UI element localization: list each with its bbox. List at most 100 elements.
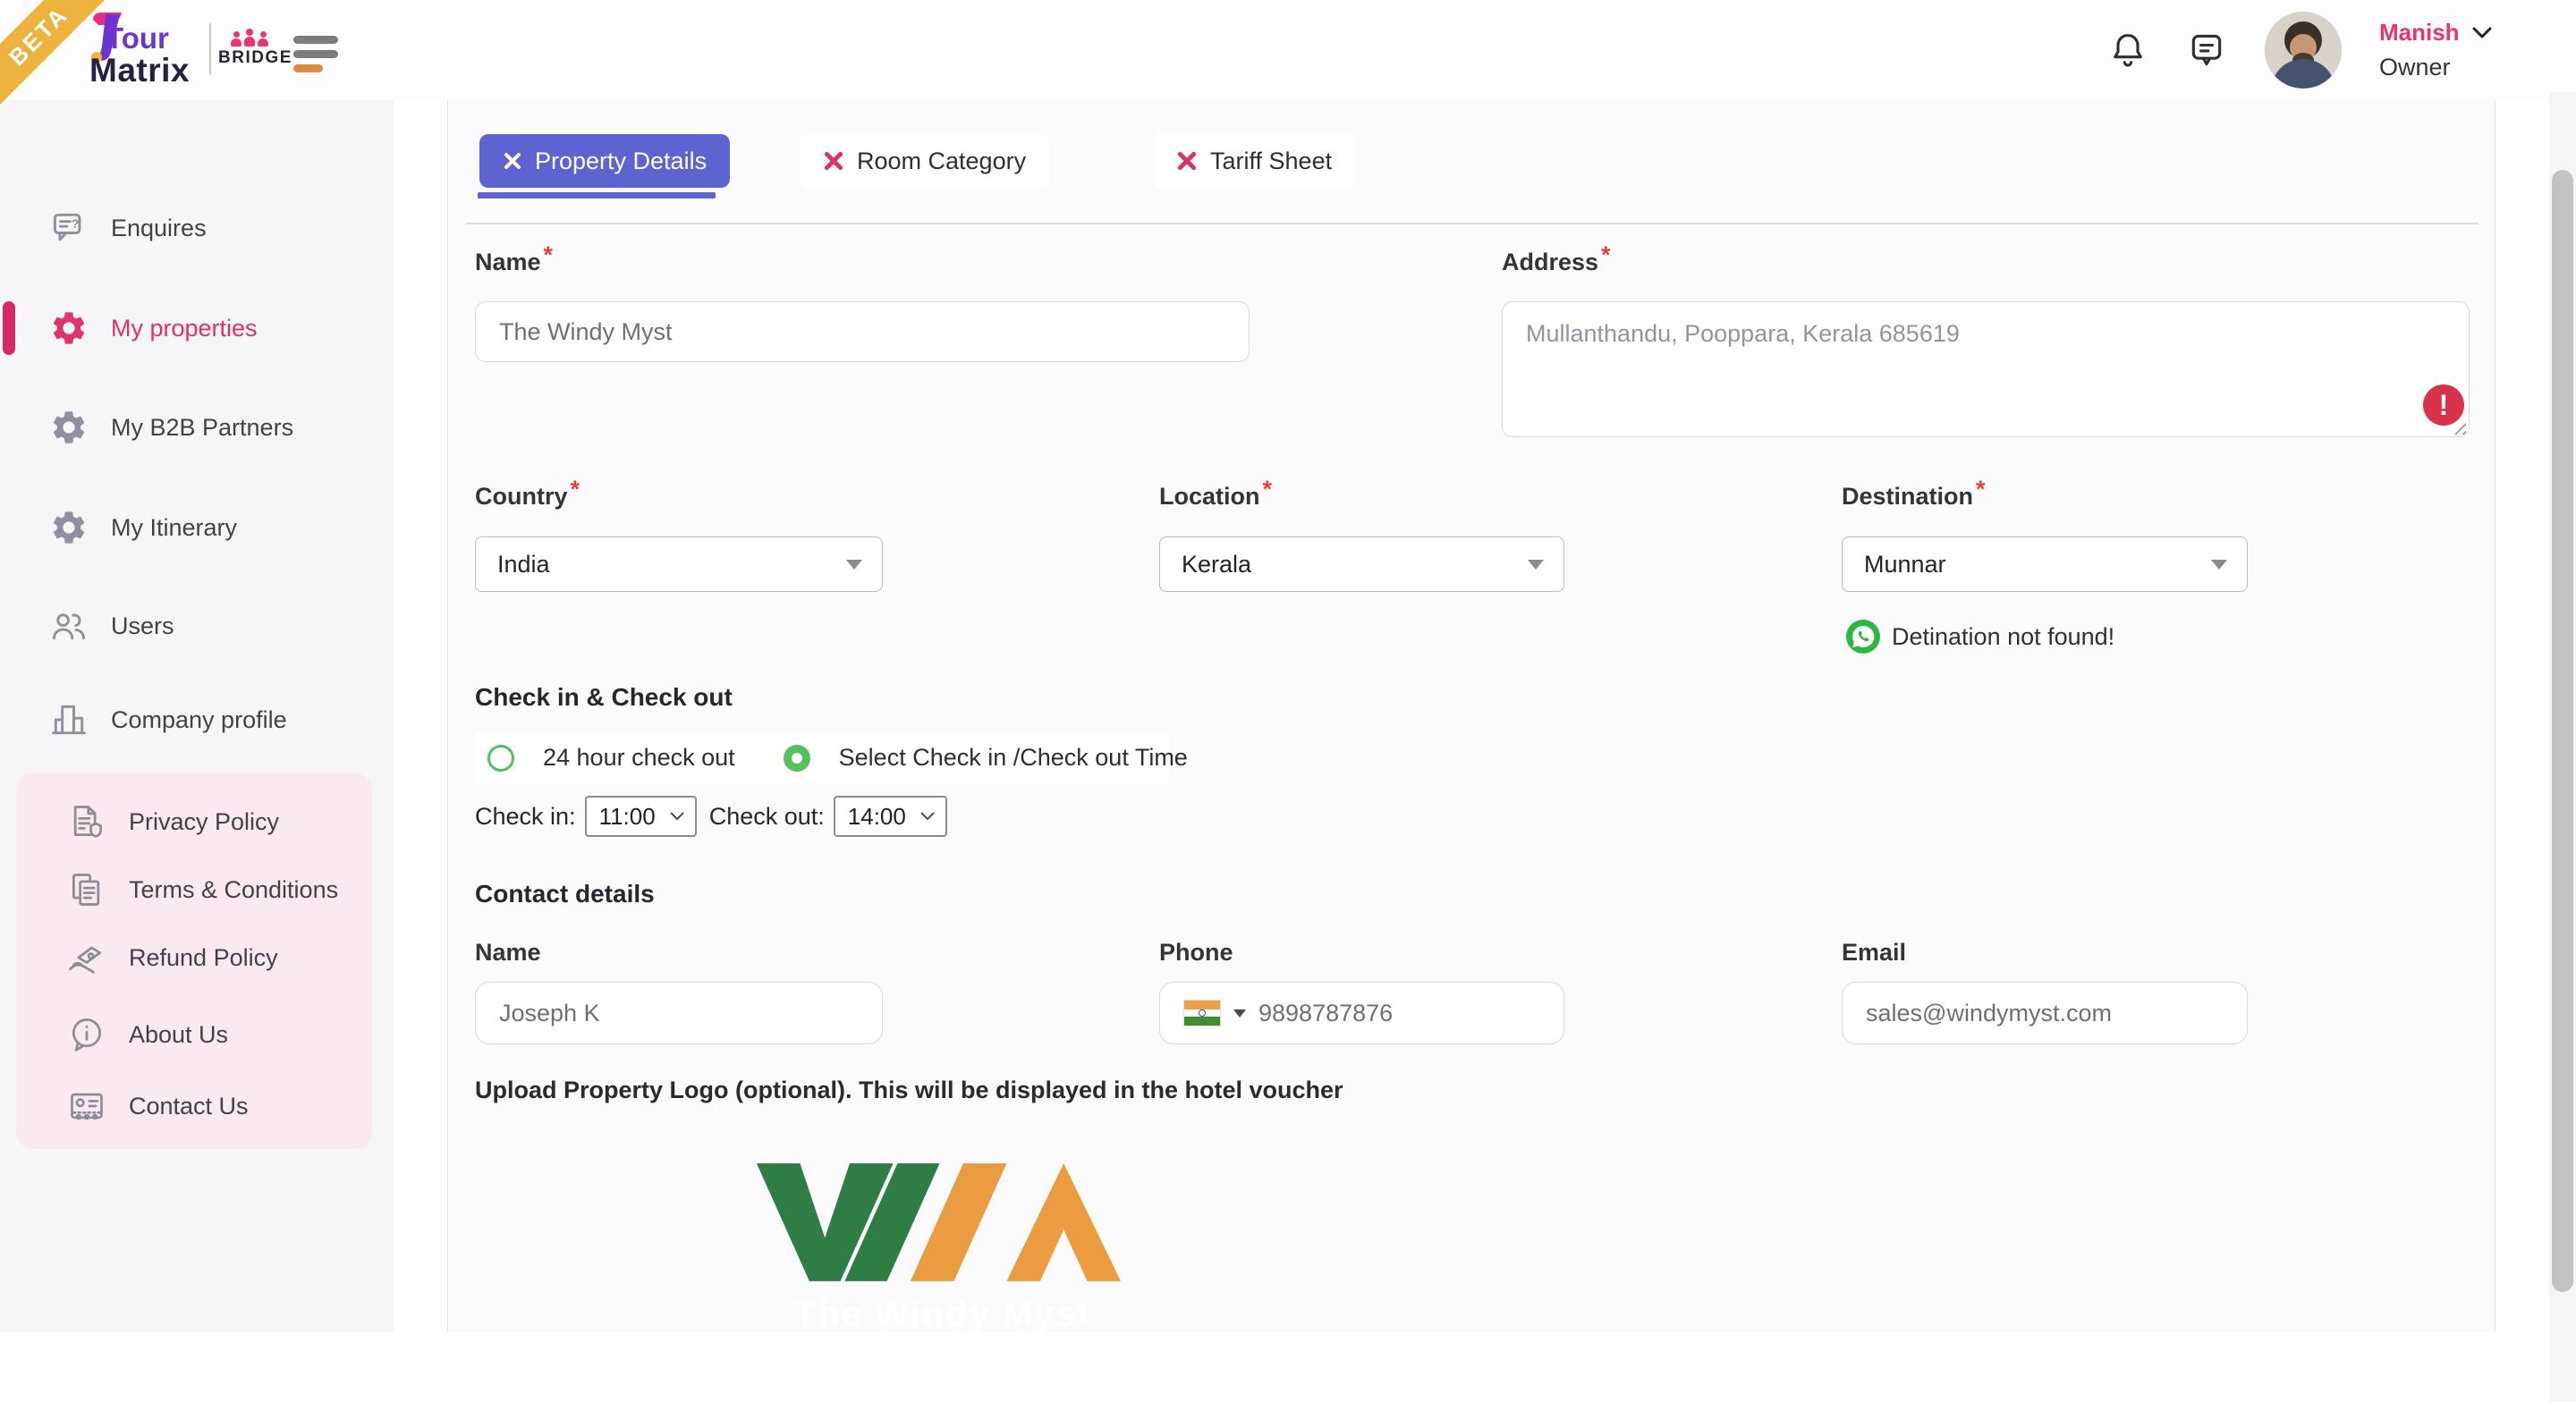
app-root: BETA Tour Matrix BRIDGE [0, 0, 2576, 1402]
country-select[interactable]: India [475, 536, 883, 592]
contact-email-input[interactable]: sales@windymyst.com [1842, 982, 2248, 1044]
select-chevron-icon [920, 812, 935, 821]
sidebar-item-label: Users [111, 612, 174, 640]
sidebar-item-terms-conditions[interactable]: Terms & Conditions [16, 863, 372, 916]
contact-name-input[interactable]: Joseph K [475, 982, 883, 1044]
sidebar-item-my-itinerary[interactable]: My Itinerary [0, 499, 394, 556]
checkout-time-select[interactable]: 14:00 [834, 796, 947, 837]
sidebar-item-b2b-partners[interactable]: My B2B Partners [0, 399, 394, 456]
required-asterisk: * [544, 241, 554, 268]
dropdown-caret-icon [2211, 560, 2227, 570]
company-building-icon [49, 700, 89, 739]
sidebar-item-label: Contact Us [129, 1093, 249, 1120]
close-x-icon[interactable] [1176, 150, 1198, 172]
tab-label: Tariff Sheet [1210, 148, 1332, 175]
close-x-icon[interactable] [503, 151, 522, 171]
user-menu-trigger[interactable]: Manish [2379, 19, 2513, 46]
checkout-time-value: 14:00 [848, 803, 906, 831]
name-label: Name* [475, 249, 553, 276]
property-form-panel: Property Details Room Category Tariff Sh… [447, 100, 2496, 1332]
user-name: Manish [2379, 19, 2460, 46]
tab-tariff-sheet[interactable]: Tariff Sheet [1153, 134, 1355, 188]
bridge-text: BRIDGE [218, 48, 281, 68]
sidebar-item-label: About Us [129, 1021, 228, 1049]
property-name-input[interactable]: The Windy Myst [475, 301, 1250, 362]
contact-phone-input[interactable]: 9898787876 [1159, 982, 1564, 1044]
active-tab-underline [478, 192, 716, 198]
sidebar-item-label: Privacy Policy [129, 808, 279, 836]
radio-select-time[interactable] [784, 745, 810, 772]
whatsapp-icon[interactable] [1845, 619, 1881, 655]
address-textarea[interactable]: Mullanthandu, Pooppara, Kerala 685619 [1502, 301, 2470, 437]
brand-tour-text: Tour [106, 21, 169, 55]
gear-icon [49, 308, 89, 348]
required-asterisk: * [1976, 476, 1986, 503]
sidebar-item-label: Terms & Conditions [129, 876, 338, 904]
sidebar-item-company-profile[interactable]: Company profile [0, 691, 394, 748]
policy-links-card: Privacy Policy Terms & Conditions Refund… [16, 773, 372, 1149]
sidebar-item-about-us[interactable]: About Us [16, 1008, 372, 1061]
close-x-icon[interactable] [823, 150, 844, 172]
contact-phone-label: Phone [1159, 939, 1233, 967]
checkinout-heading: Check in & Check out [475, 683, 733, 712]
user-avatar[interactable] [2265, 12, 2342, 89]
contact-name-value: Joseph K [499, 1000, 600, 1027]
scrollbar-thumb[interactable] [2552, 170, 2573, 1292]
flag-dropdown-caret-icon[interactable] [1233, 1009, 1246, 1018]
checkin-time-label: Check in: [475, 803, 576, 831]
checkin-checkout-times: Check in: 11:00 Check out: 14:00 [475, 796, 960, 837]
sidebar-item-contact-us[interactable]: Contact Us [16, 1079, 372, 1133]
contact-phone-value: 9898787876 [1258, 1000, 1393, 1027]
about-info-icon [67, 1015, 106, 1054]
checkin-time-value: 11:00 [599, 803, 656, 831]
property-logo-preview: The Windy Myst [750, 1155, 1135, 1335]
destination-select[interactable]: Munnar [1842, 536, 2248, 592]
select-chevron-icon [670, 812, 684, 821]
destination-label: Destination* [1842, 483, 1986, 511]
refund-money-hand-icon [67, 938, 106, 977]
sidebar-item-refund-policy[interactable]: Refund Policy [16, 931, 372, 984]
user-menu: Manish Owner [2379, 19, 2513, 81]
tab-label: Room Category [857, 148, 1026, 175]
gear-icon [49, 408, 89, 447]
required-asterisk: * [571, 476, 580, 503]
sidebar-item-privacy-policy[interactable]: Privacy Policy [16, 795, 372, 849]
destination-warning: Detination not found! [1845, 619, 2114, 655]
tabs-divider [466, 223, 2479, 224]
india-flag-icon[interactable] [1183, 1000, 1221, 1026]
sidebar-item-enquires[interactable]: ? Enquires [0, 199, 394, 257]
radio-24h-label[interactable]: 24 hour check out [543, 744, 735, 772]
tab-property-details[interactable]: Property Details [479, 134, 730, 188]
location-value: Kerala [1182, 551, 1251, 579]
location-select[interactable]: Kerala [1159, 536, 1564, 592]
contact-email-label: Email [1842, 939, 1906, 967]
tab-room-category[interactable]: Room Category [800, 134, 1049, 188]
notifications-bell-icon[interactable] [2107, 30, 2148, 71]
contact-name-label: Name [475, 939, 541, 967]
chevron-down-icon [2472, 27, 2492, 39]
page-scrollbar[interactable] [2549, 92, 2576, 1402]
enquires-chat-icon: ? [49, 208, 89, 248]
sidebar-item-label: Refund Policy [129, 944, 278, 972]
terms-conditions-icon [67, 870, 106, 909]
windy-myst-wordmark: The Windy Myst [750, 1295, 1135, 1335]
sidebar-item-users[interactable]: Users [0, 597, 394, 655]
sidebar-item-label: My B2B Partners [111, 414, 293, 442]
sidebar-item-my-properties[interactable]: My properties [0, 300, 394, 357]
messages-chat-icon[interactable] [2186, 30, 2227, 71]
required-asterisk: * [1601, 241, 1611, 268]
hamburger-menu-icon[interactable] [293, 36, 340, 73]
sidebar-item-label: Enquires [111, 215, 207, 242]
radio-24h-checkout[interactable] [487, 745, 514, 772]
sidebar-item-label: My properties [111, 315, 258, 342]
destination-warning-text: Detination not found! [1892, 623, 2114, 651]
country-label: Country* [475, 483, 580, 511]
sidebar-item-label: Company profile [111, 706, 287, 734]
brand-logo[interactable]: Tour Matrix BRIDGE [89, 14, 281, 88]
brand-matrix-text: Matrix [89, 52, 190, 89]
bottom-strip [0, 1332, 2576, 1402]
windy-myst-monogram [750, 1155, 1135, 1289]
bridge-people-icon [218, 25, 281, 46]
checkin-time-select[interactable]: 11:00 [585, 796, 697, 837]
radio-select-time-label[interactable]: Select Check in /Check out Time [839, 744, 1188, 772]
